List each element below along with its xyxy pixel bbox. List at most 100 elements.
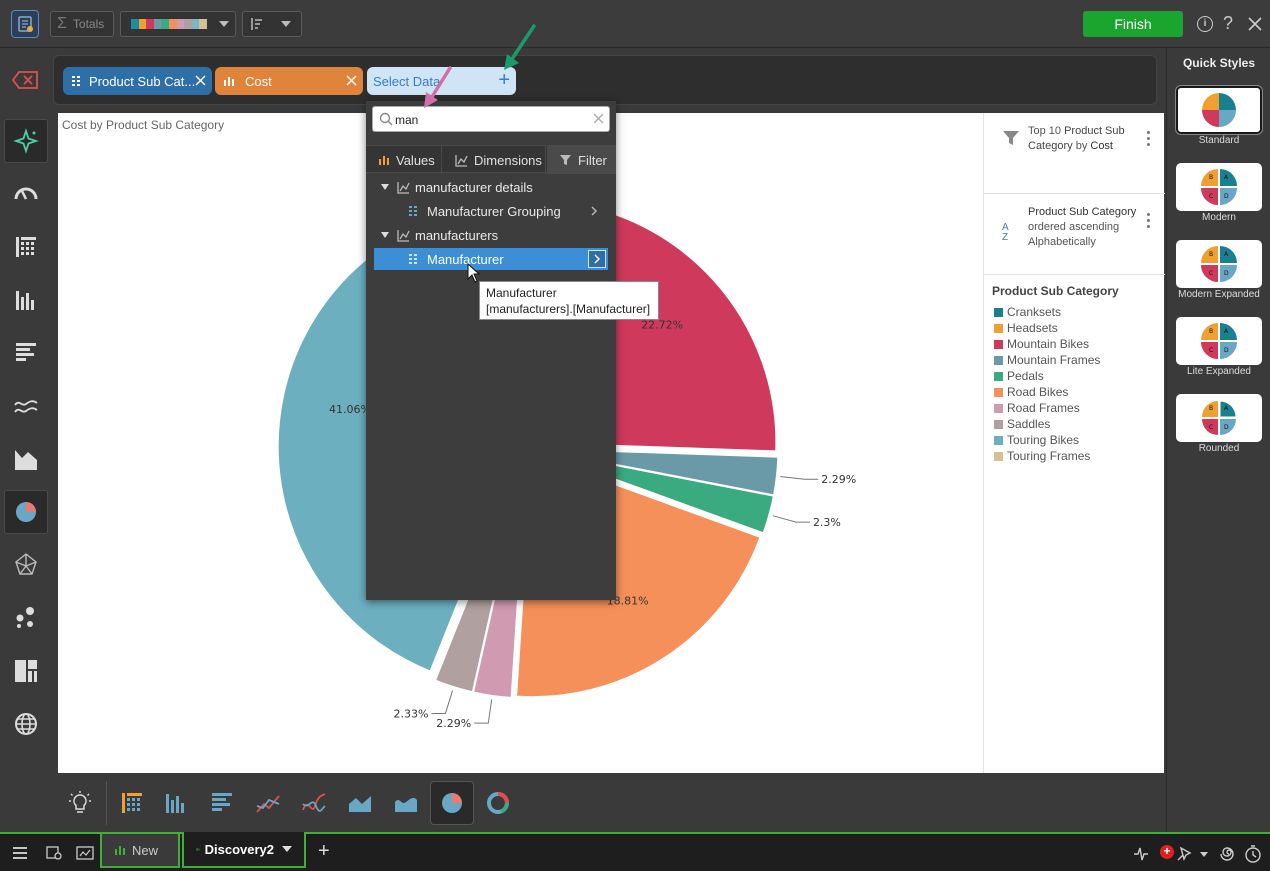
column-chart-icon — [166, 794, 184, 813]
quadrant-letter: C — [1209, 347, 1213, 354]
search-input[interactable]: man — [395, 113, 418, 127]
label-leader-line — [431, 690, 454, 714]
legend-item[interactable]: Mountain Frames — [994, 353, 1100, 367]
sidebar-item-radar[interactable] — [4, 543, 48, 587]
legend-item[interactable]: Pedals — [994, 369, 1044, 383]
finish-button[interactable]: Finish — [1083, 11, 1183, 37]
chart-type-spline[interactable] — [292, 781, 336, 825]
sidebar-item-area[interactable] — [4, 437, 48, 481]
sidebar-item-column[interactable] — [4, 278, 48, 322]
legend-item[interactable]: Road Bikes — [994, 385, 1068, 399]
legend-label: Cranksets — [1007, 305, 1062, 319]
sidebar-item-autoviz[interactable] — [4, 119, 48, 163]
palette-dropdown[interactable] — [120, 11, 236, 37]
sidebar-item-pie[interactable] — [4, 490, 48, 534]
chart-type-column[interactable] — [154, 781, 198, 825]
app-menu-button[interactable] — [11, 10, 39, 38]
sort-az-icon: AZ — [1002, 222, 1009, 243]
spline-chart-icon — [302, 793, 326, 812]
values-icon — [379, 156, 389, 165]
chart-type-bar-horizontal[interactable] — [200, 781, 244, 825]
sidebar-item-bar[interactable] — [4, 331, 48, 375]
line-chart-icon — [256, 795, 280, 813]
quick-style-modern[interactable]: ABCD — [1176, 163, 1262, 211]
data-label: 22.72% — [641, 319, 683, 332]
totals-button[interactable]: Σ Totals — [50, 11, 114, 37]
legend-item[interactable]: Cranksets — [994, 305, 1061, 319]
tab-discovery2[interactable]: Discovery2 — [182, 832, 306, 868]
quadrant-letter: C — [1209, 270, 1213, 277]
legend-swatch — [994, 419, 1003, 429]
legend-item[interactable]: Saddles — [994, 417, 1050, 431]
clear-search-icon[interactable] — [593, 113, 604, 124]
sidebar-item-line[interactable] — [4, 384, 48, 428]
sidebar-item-treemap[interactable] — [4, 649, 48, 693]
tooltip: Manufacturer [manufacturers].[Manufactur… — [479, 281, 659, 320]
remove-icon[interactable] — [195, 75, 206, 86]
field-chip-cost[interactable]: Cost — [215, 67, 363, 95]
remove-icon[interactable] — [346, 75, 357, 86]
style-preview-icon: ABC D — [1202, 400, 1237, 435]
filter-icon — [560, 154, 571, 165]
hamburger-icon[interactable] — [13, 847, 27, 859]
pin-icon[interactable] — [1176, 846, 1192, 862]
legend-item[interactable]: Touring Bikes — [994, 433, 1079, 447]
bar-chart-icon — [16, 343, 36, 361]
field-chip-product-sub-category[interactable]: Product Sub Cat... — [63, 67, 212, 95]
legend-item[interactable]: Touring Frames — [994, 449, 1090, 463]
quick-style-rounded[interactable]: ABCD — [1176, 394, 1262, 442]
chevron-right-icon[interactable] — [591, 206, 598, 216]
chevron-right-button[interactable] — [588, 250, 606, 268]
add-tab-button[interactable]: + — [318, 840, 330, 863]
chart-type-area-spline[interactable] — [384, 781, 428, 825]
quick-style-standard[interactable] — [1175, 85, 1263, 135]
clear-fields-button[interactable] — [6, 60, 46, 100]
search-box[interactable]: man — [372, 106, 610, 132]
chart-type-pie[interactable] — [430, 781, 474, 825]
legend-item[interactable]: Road Frames — [994, 401, 1080, 415]
area-spline-icon — [395, 797, 417, 812]
tab-values[interactable]: Values — [366, 146, 442, 174]
tree-item-manufacturer[interactable]: Manufacturer — [374, 248, 608, 270]
sidebar-item-gauge[interactable] — [4, 172, 48, 216]
tab-filter[interactable]: Filter — [547, 146, 616, 174]
browse-icon[interactable] — [46, 845, 64, 861]
close-icon[interactable] — [1248, 17, 1262, 31]
tab-new[interactable]: New — [100, 834, 180, 868]
tab-dimensions[interactable]: Dimensions — [443, 146, 546, 174]
suggest-button[interactable] — [58, 781, 102, 825]
legend-item[interactable]: Headsets — [994, 321, 1058, 335]
table-icon — [16, 237, 36, 257]
quick-style-modern-expanded[interactable]: ABCD — [1176, 240, 1262, 288]
tree-group-manufacturers[interactable]: manufacturers — [374, 224, 608, 246]
sidebar-item-table[interactable] — [4, 225, 48, 269]
chevron-down-icon[interactable] — [1200, 852, 1208, 857]
tree-item-manufacturer-grouping[interactable]: Manufacturer Grouping — [374, 200, 608, 222]
chevron-down-icon[interactable] — [282, 846, 292, 852]
legend-swatch — [994, 403, 1003, 413]
chart-type-area[interactable] — [338, 781, 382, 825]
chart-type-table[interactable] — [110, 781, 154, 825]
sidebar-item-map[interactable] — [4, 702, 48, 746]
sidebar-item-scatter[interactable] — [4, 596, 48, 640]
quick-style-label: Modern Expanded — [1178, 289, 1260, 300]
info-icon[interactable]: i — [1197, 16, 1213, 32]
spiral-icon[interactable] — [1220, 845, 1238, 863]
quadrant-letter: B — [1209, 174, 1213, 181]
tree-group-manufacturer-details[interactable]: manufacturer details — [374, 176, 608, 198]
presentation-icon[interactable] — [76, 845, 94, 861]
chart-type-line[interactable] — [246, 781, 290, 825]
legend-item[interactable]: Mountain Bikes — [994, 337, 1089, 351]
filter-summary[interactable]: Top 10 Product Sub Category by Cost — [1028, 124, 1140, 154]
more-options-icon[interactable] — [1147, 131, 1151, 146]
help-icon[interactable]: ? — [1223, 13, 1233, 34]
quick-style-lite-expanded[interactable]: ABCD — [1176, 317, 1262, 365]
timer-icon[interactable] — [1244, 844, 1262, 864]
layout-dropdown[interactable] — [242, 11, 302, 37]
more-options-icon[interactable] — [1147, 213, 1151, 228]
notification-badge[interactable]: + — [1160, 845, 1174, 859]
bar-chart-icon — [212, 793, 232, 811]
sort-summary[interactable]: Product Sub Category ordered ascending A… — [1028, 205, 1140, 250]
chart-type-donut[interactable] — [476, 781, 520, 825]
analysis-icon[interactable] — [1132, 845, 1150, 863]
